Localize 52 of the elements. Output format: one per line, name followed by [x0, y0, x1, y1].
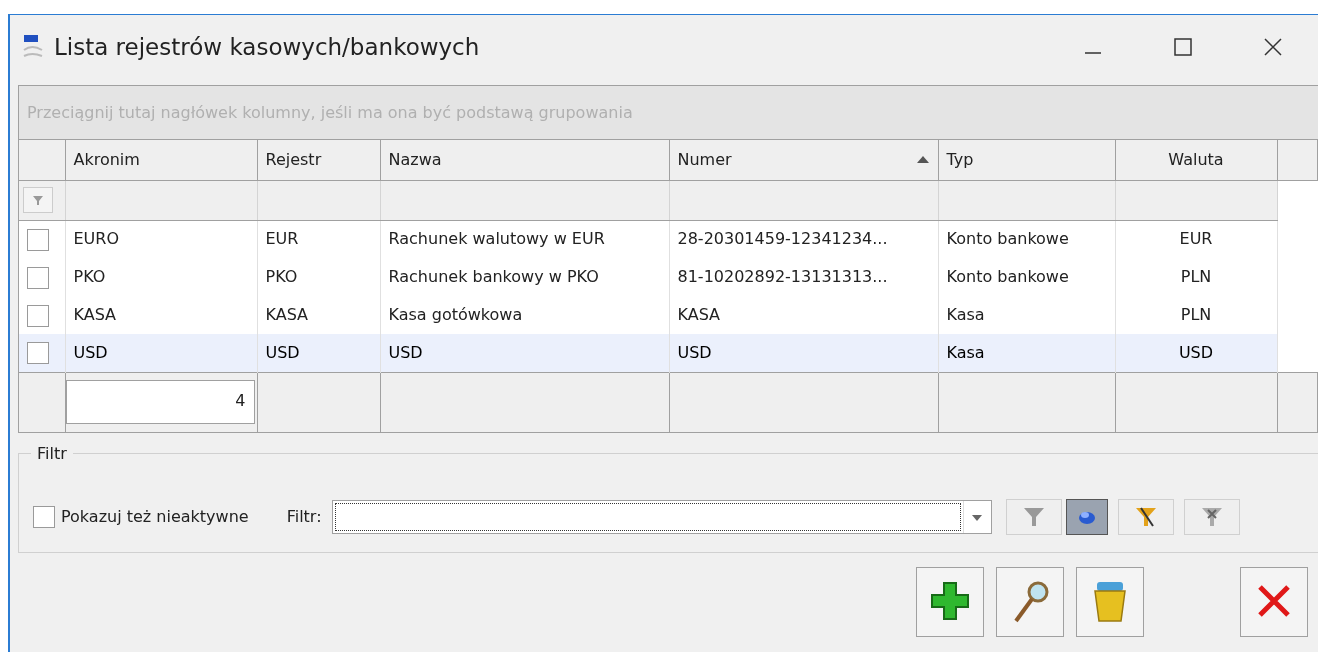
column-header[interactable]: Waluta	[1115, 140, 1277, 180]
maximize-icon	[1173, 37, 1193, 57]
funnel-icon	[32, 194, 44, 206]
minimize-icon	[1085, 52, 1101, 54]
table-cell: KASA	[65, 296, 257, 334]
column-header[interactable]: Typ	[938, 140, 1115, 180]
filter-combobox[interactable]	[331, 500, 992, 534]
close-icon	[1263, 37, 1283, 57]
search-button[interactable]	[996, 567, 1064, 637]
table-cell: USD	[669, 334, 938, 372]
table-cell: PLN	[1115, 258, 1277, 296]
table-cell: 81-10202892-13131313...	[669, 258, 938, 296]
checkbox[interactable]	[33, 506, 55, 528]
table-cell: Rachunek bankowy w PKO	[380, 258, 669, 296]
column-header[interactable]: Numer	[669, 140, 938, 180]
cancel-button[interactable]	[1240, 567, 1308, 637]
column-header[interactable]: Nazwa	[380, 140, 669, 180]
row-checkbox[interactable]	[27, 304, 49, 327]
table-cell: USD	[65, 334, 257, 372]
table-cell: Konto bankowe	[938, 258, 1115, 296]
window-title: Lista rejestrów kasowych/bankowych	[54, 32, 480, 62]
delete-button[interactable]	[1076, 567, 1144, 637]
table-cell: PKO	[257, 258, 380, 296]
checkbox-label: Pokazuj też nieaktywne	[61, 506, 249, 528]
filter-row-button[interactable]	[23, 187, 53, 213]
table-cell: Kasa gotówkowa	[380, 296, 669, 334]
table-cell: PLN	[1115, 296, 1277, 334]
table-cell: EUR	[257, 220, 380, 258]
table-cell: EURO	[65, 220, 257, 258]
table-cell: PKO	[65, 258, 257, 296]
table-cell: 28-20301459-12341234...	[669, 220, 938, 258]
table-cell: Kasa	[938, 334, 1115, 372]
row-checkbox[interactable]	[27, 266, 49, 289]
column-header[interactable]: Akronim	[65, 140, 257, 180]
table-cell: KASA	[669, 296, 938, 334]
column-header[interactable]: Rejestr	[257, 140, 380, 180]
table-cell: USD	[257, 334, 380, 372]
row-checkbox[interactable]	[27, 228, 49, 251]
caret-icon	[972, 514, 983, 521]
field-label: Filtr:	[286, 506, 322, 528]
table-cell: Rachunek walutowy w EUR	[380, 220, 669, 258]
row-checkbox[interactable]	[27, 342, 49, 365]
app-icon	[22, 34, 44, 60]
table-cell: USD	[1115, 334, 1277, 372]
table-cell: USD	[380, 334, 669, 372]
table-cell: Konto bankowe	[938, 220, 1115, 258]
table-cell: Kasa	[938, 296, 1115, 334]
table-cell: EUR	[1115, 220, 1277, 258]
add-button[interactable]	[916, 567, 984, 637]
table-cell: KASA	[257, 296, 380, 334]
row-count: 4	[65, 380, 255, 425]
filter-tool-button[interactable]	[1065, 499, 1108, 535]
